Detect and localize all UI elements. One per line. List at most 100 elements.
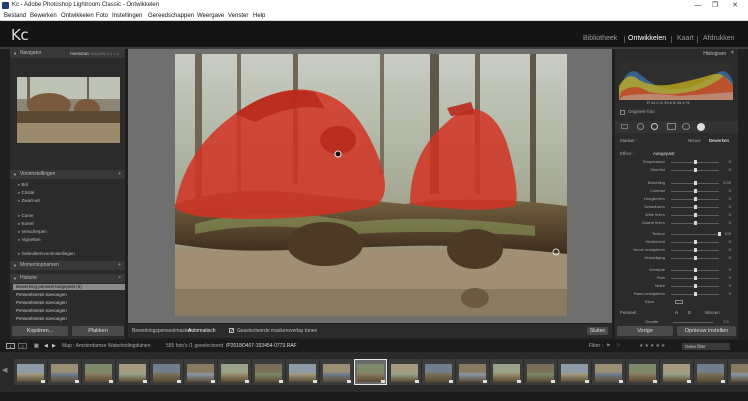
filmstrip-thumbnail[interactable] (218, 359, 251, 385)
slider-value[interactable]: 0 (729, 167, 731, 173)
copy-settings-button[interactable]: Kopiëren... (12, 326, 68, 336)
zoom-1-1[interactable]: 1:1 (107, 51, 113, 56)
slider-row[interactable]: Nevel verwijderen 0 (621, 247, 733, 253)
slider-row[interactable]: Schaduwen 0 (621, 204, 733, 210)
history-item[interactable]: Penseelstreek toevoegen (13, 308, 125, 314)
preset-group[interactable]: Vignetten (18, 237, 41, 243)
navigator-preview[interactable] (17, 77, 120, 143)
brush-size-track[interactable] (673, 322, 713, 323)
previous-button[interactable]: Vorige (617, 326, 673, 336)
filmstrip-thumbnail[interactable] (592, 359, 625, 385)
filmstrip-thumbnail[interactable] (456, 359, 489, 385)
slider-knob[interactable] (694, 168, 697, 172)
filmstrip-thumbnail[interactable] (388, 359, 421, 385)
histogram-collapse-icon[interactable]: ▼ (730, 50, 735, 56)
slider-value[interactable]: 0 (729, 212, 731, 218)
menu-help[interactable]: Help (253, 11, 265, 21)
brush-a[interactable]: A (675, 310, 678, 315)
zoom-1-3[interactable]: 1:3 (113, 51, 119, 56)
slider-value[interactable]: 0 (729, 267, 731, 273)
filmstrip-thumbnail[interactable] (354, 359, 387, 385)
filmstrip-thumbnail[interactable] (116, 359, 149, 385)
filmstrip-thumbnail[interactable] (286, 359, 319, 385)
red-eye-icon[interactable] (651, 123, 658, 130)
module-ontwikkelen[interactable]: Ontwikkelen (628, 35, 666, 42)
menu-foto[interactable]: Foto (96, 11, 108, 21)
preset-group[interactable]: Cristal (18, 190, 35, 196)
zoom-fill[interactable]: VULLEN (90, 51, 106, 56)
slider-row[interactable]: Zwarte tinten 0 (621, 220, 733, 226)
brush-erase[interactable]: Wissen (705, 310, 720, 315)
adjustment-brush-icon[interactable] (697, 123, 705, 131)
slider-row[interactable]: Textuur 100 (621, 231, 733, 237)
navigator-header[interactable]: Navigator PASSEND VULLEN 1:1 1:3 (10, 49, 125, 58)
filmstrip-scroll-left-icon[interactable]: ◀ (2, 366, 7, 374)
preset-group[interactable]: Zwart-wit (18, 198, 40, 204)
slider-knob[interactable] (694, 197, 697, 201)
filmstrip-thumbnail[interactable] (490, 359, 523, 385)
filmstrip-thumbnail[interactable] (150, 359, 183, 385)
add-snapshot-icon[interactable]: + (118, 261, 121, 270)
filmstrip-thumbnail[interactable] (626, 359, 659, 385)
slider-value[interactable]: 0 (729, 204, 731, 210)
slider-knob[interactable] (694, 240, 697, 244)
crop-tool-icon[interactable] (621, 124, 628, 129)
module-kaart[interactable]: Kaart (677, 35, 694, 42)
show-overlay-checkbox[interactable]: ✓ (229, 328, 234, 334)
slider-knob[interactable] (694, 205, 697, 209)
slider-knob[interactable] (718, 232, 721, 236)
slider-value[interactable]: 0 (729, 275, 731, 281)
original-photo-checkbox[interactable] (620, 110, 625, 115)
screen-1-button[interactable]: 1 (6, 343, 15, 349)
slider-value[interactable]: 0 (729, 283, 731, 289)
close-button[interactable]: ✕ (727, 0, 743, 11)
image-canvas[interactable] (128, 49, 612, 323)
folder-path[interactable]: Map : Amsterdamse Waterleidingduinen (62, 340, 150, 352)
slider-knob[interactable] (694, 213, 697, 217)
preset-group[interactable]: Curve (18, 213, 34, 219)
tab-new[interactable]: Nieuw (688, 138, 701, 143)
histogram[interactable] (619, 62, 733, 100)
spot-removal-icon[interactable] (637, 123, 644, 130)
slider-knob[interactable] (694, 268, 697, 272)
slider-knob[interactable] (694, 181, 697, 185)
slider-row[interactable]: Temperatuur 0 (621, 159, 733, 165)
module-afdrukken[interactable]: Afdrukken (703, 35, 735, 42)
slider-knob[interactable] (694, 189, 697, 193)
module-bibliotheek[interactable]: Bibliotheek (583, 35, 617, 42)
bottom-panel-toggle[interactable] (0, 392, 748, 401)
slider-value[interactable]: 0 (729, 188, 731, 194)
slider-row[interactable]: Verzadiging 0 (621, 255, 733, 261)
preset-group[interactable]: Verscherpen (18, 229, 47, 235)
history-item[interactable]: Penseelstreek toevoegen (13, 292, 125, 298)
slider-row[interactable]: Rand verwijderen 0 (621, 291, 733, 297)
slider-knob[interactable] (694, 276, 697, 280)
slider-value[interactable]: 0 (729, 291, 731, 297)
slider-row[interactable]: Moiré 0 (621, 283, 733, 289)
filmstrip-thumbnail[interactable] (48, 359, 81, 385)
slider-value[interactable]: 0 (729, 247, 731, 253)
star-rating-filter[interactable]: ★★★★★ (639, 340, 666, 352)
minimize-button[interactable]: — (690, 0, 706, 11)
slider-knob[interactable] (694, 256, 697, 260)
slider-value[interactable]: 0,00 (723, 180, 731, 186)
zoom-fit[interactable]: PASSEND (70, 51, 89, 56)
filmstrip-thumbnail[interactable] (184, 359, 217, 385)
history-header[interactable]: Historie × (10, 274, 125, 283)
filmstrip-thumbnail[interactable] (660, 359, 693, 385)
preset-group[interactable]: Bril (18, 182, 29, 188)
color-swatch[interactable] (675, 300, 683, 304)
close-tool-button[interactable]: Sluiten (587, 327, 608, 335)
menu-venster[interactable]: Venster (228, 11, 248, 21)
slider-row[interactable]: Scherpte 0 (621, 267, 733, 273)
graduated-filter-icon[interactable] (667, 123, 676, 130)
filmstrip-thumbnail[interactable] (252, 359, 285, 385)
slider-value[interactable]: 0 (729, 255, 731, 261)
slider-row[interactable]: Kleurtint 0 (621, 167, 733, 173)
slider-knob[interactable] (694, 248, 697, 252)
presets-header[interactable]: Voorinstellingen + (10, 170, 125, 179)
add-preset-icon[interactable]: + (118, 170, 121, 179)
slider-row[interactable]: Contrast 0 (621, 188, 733, 194)
effect-preset-select[interactable]: Aangepast (653, 151, 675, 156)
history-item[interactable]: Penseelstreek toevoegen (13, 316, 125, 322)
